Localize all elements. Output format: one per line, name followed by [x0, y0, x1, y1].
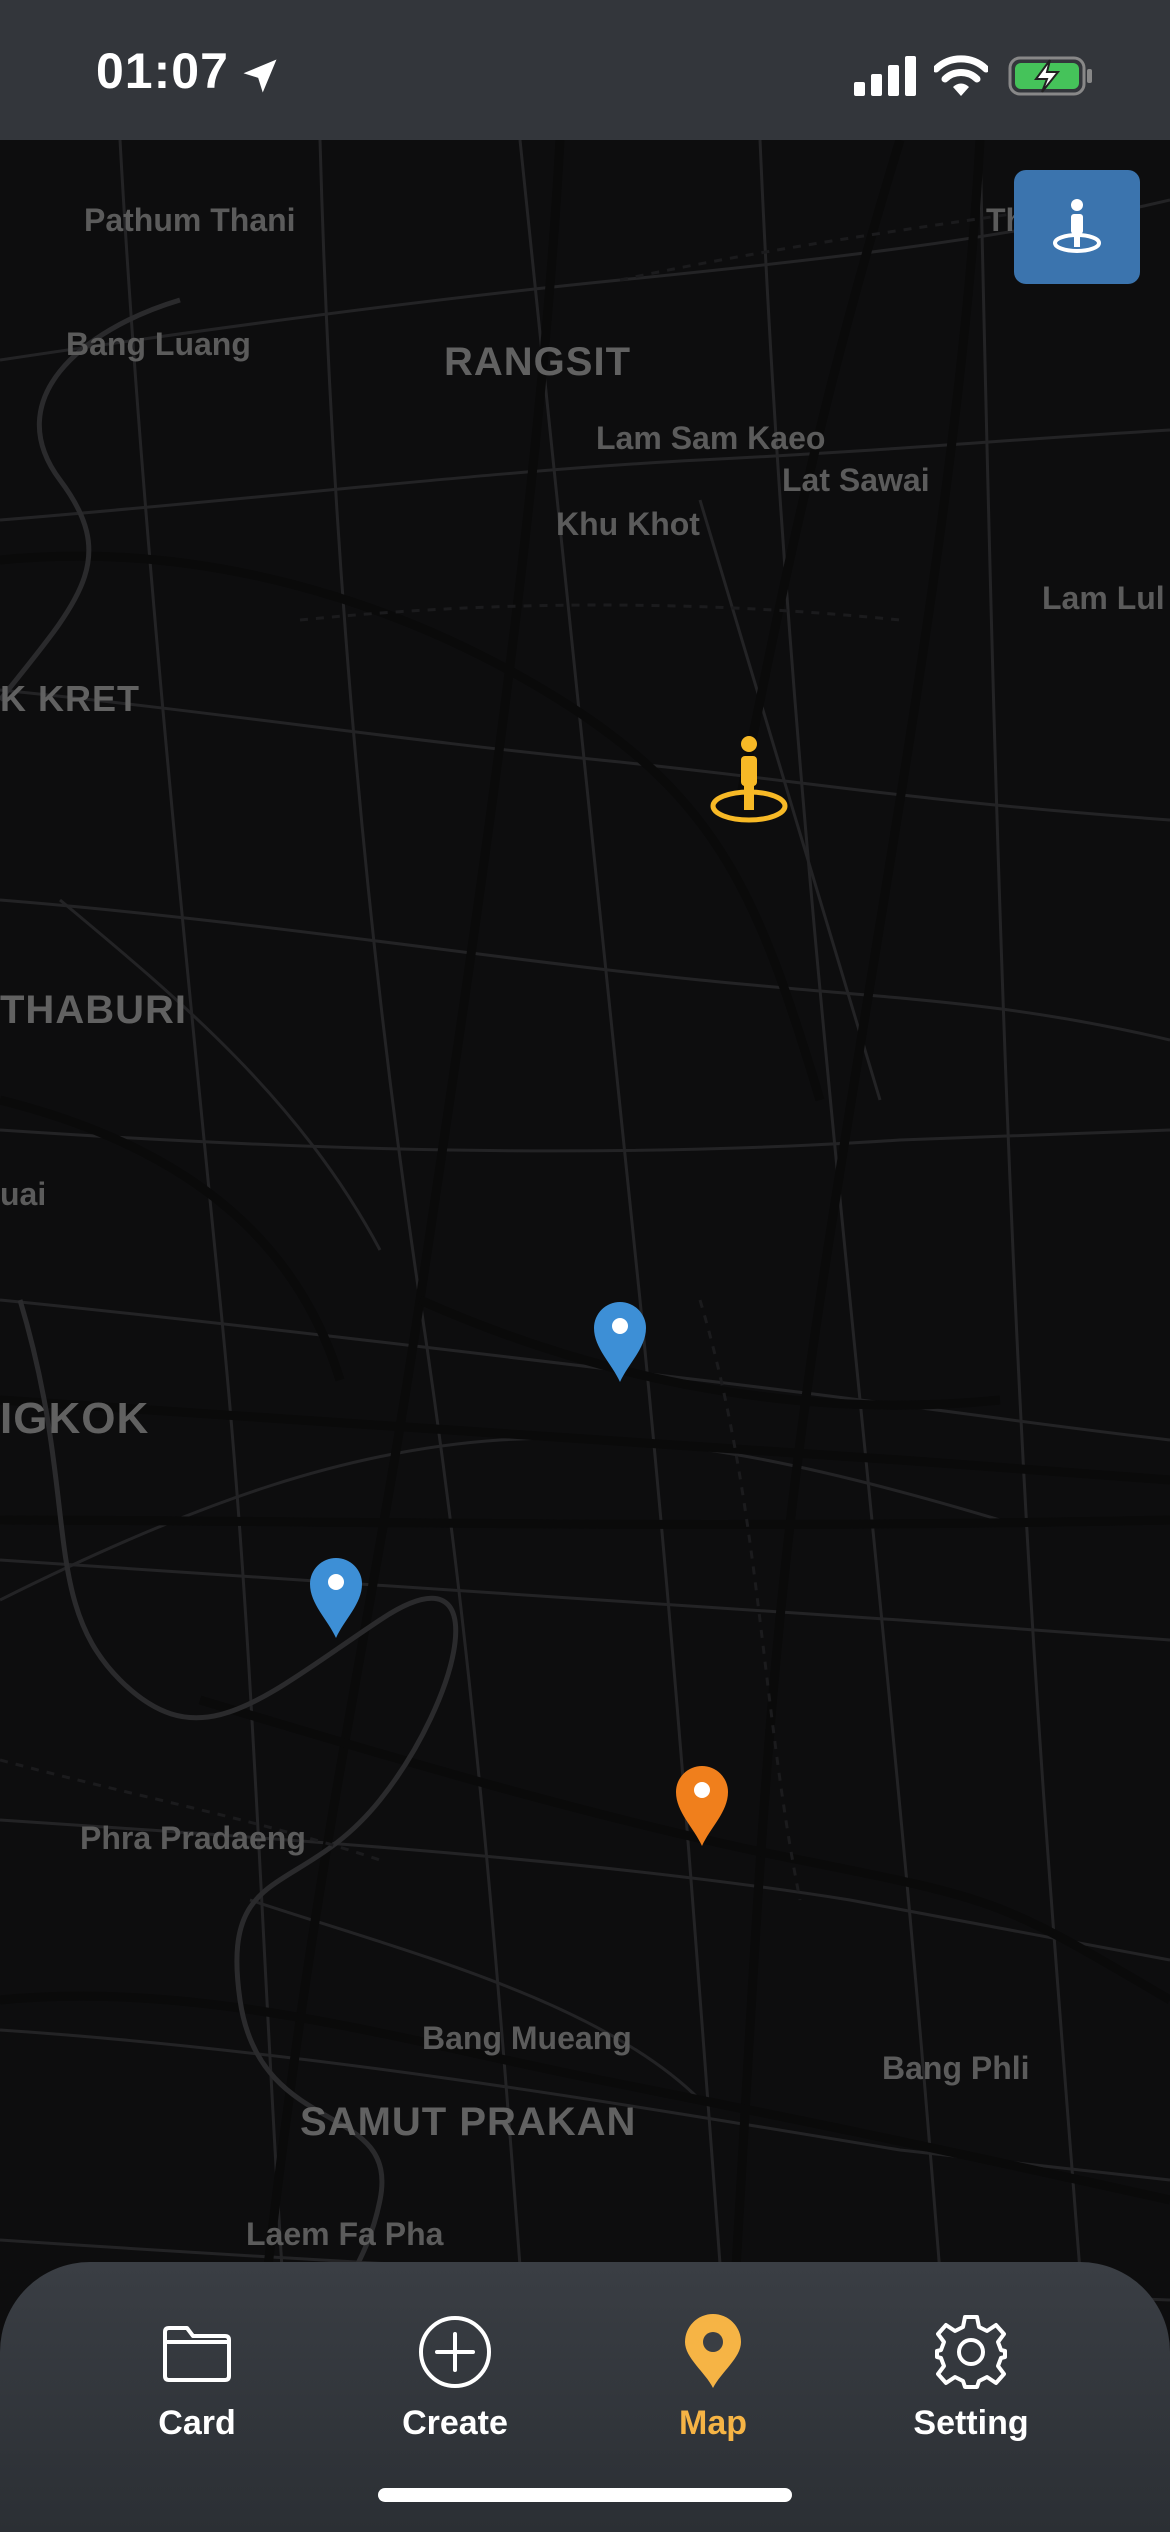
cellular-signal-icon	[854, 56, 916, 96]
map-label-lat-sawai: Lat Sawai	[782, 462, 930, 498]
status-time: 01:07	[96, 43, 229, 99]
map-pin-blue[interactable]	[592, 1298, 648, 1384]
map-label-lam-luk-partial: Lam Lul	[1042, 580, 1165, 616]
person-location-icon	[1053, 199, 1101, 253]
map-label-rangsit: RANGSIT	[444, 340, 631, 384]
map-label-pak-kret-partial: K KRET	[0, 678, 140, 719]
tab-card-label: Card	[158, 2404, 236, 2442]
plus-circle-icon	[419, 2316, 491, 2388]
tab-map-label: Map	[679, 2404, 747, 2442]
status-bar: 01:07	[0, 0, 1170, 140]
map-label-laem-fa-pha: Laem Fa Pha	[246, 2216, 444, 2252]
tab-card[interactable]: Card	[97, 2312, 297, 2462]
map-label-bangkok-partial: IGKOK	[0, 1394, 150, 1443]
map-view[interactable]: Pathum Thani Bang Luang RANGSIT Th Lam S…	[0, 140, 1170, 2532]
home-indicator	[378, 2488, 792, 2502]
user-location-marker[interactable]	[708, 734, 790, 826]
map-label-bang-mueang: Bang Mueang	[422, 2020, 632, 2056]
map-label-uai-partial: uai	[0, 1176, 47, 1212]
map-label-bang-luang: Bang Luang	[66, 326, 251, 362]
tab-setting[interactable]: Setting	[871, 2312, 1071, 2462]
tab-create-label: Create	[402, 2404, 508, 2442]
locate-me-button[interactable]	[1014, 170, 1140, 284]
wifi-icon	[934, 55, 988, 96]
map-pin-blue[interactable]	[308, 1554, 364, 1640]
map-label-phra-pradaeng: Phra Pradaeng	[80, 1820, 306, 1856]
map-label-bang-phli: Bang Phli	[882, 2050, 1030, 2086]
tab-setting-label: Setting	[913, 2404, 1029, 2442]
battery-charging-icon	[1008, 56, 1092, 96]
map-label-pathum-thani: Pathum Thani	[84, 202, 296, 238]
map-label-lam-sam-kaeo: Lam Sam Kaeo	[596, 420, 826, 456]
map-pin-orange[interactable]	[674, 1762, 730, 1848]
map-roads	[0, 140, 1170, 2532]
map-label-nonthaburi-partial: THABURI	[0, 988, 187, 1032]
folder-icon	[163, 2326, 231, 2382]
location-arrow-icon	[243, 59, 277, 93]
map-pin-icon	[685, 2314, 741, 2388]
gear-icon	[935, 2315, 1007, 2389]
tab-map[interactable]: Map	[613, 2312, 813, 2462]
map-label-samut-prakan: SAMUT PRAKAN	[300, 2100, 637, 2144]
tab-create[interactable]: Create	[355, 2312, 555, 2462]
map-label-khu-khot: Khu Khot	[556, 506, 700, 542]
